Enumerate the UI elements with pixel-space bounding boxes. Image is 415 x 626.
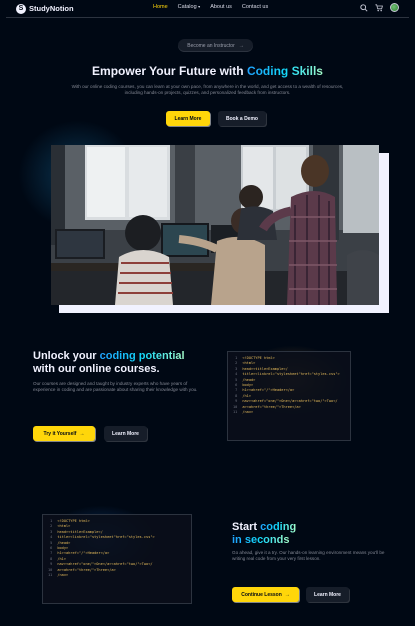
nav-link-contact[interactable]: Contact us (242, 4, 268, 10)
continue-lesson-button[interactable]: Continue Lesson → (232, 587, 299, 602)
nav-link-home[interactable]: Home (153, 4, 168, 10)
section2-title-plain: Start (232, 521, 261, 533)
code-text: <!DOCTYPE html> <html> head><title>Example… (242, 356, 339, 436)
nav-link-about[interactable]: About us (210, 4, 232, 10)
arrow-right-icon: → (284, 591, 290, 598)
line-numbers: 1 2 3 4 5 6 7 8 9 10 11 (233, 356, 238, 415)
hero-title-plain: Empower Your Future with (92, 64, 247, 78)
become-instructor-button[interactable]: Become an Instructor → (178, 39, 253, 52)
page: S StudyNotion Home Catalog ▾ About us Co… (6, 0, 409, 626)
chevron-down-icon: ▾ (198, 4, 201, 9)
arrow-right-icon: → (79, 430, 85, 437)
code-text: <!DOCTYPE html> <html> head><title>Example… (57, 519, 154, 599)
section1-title: Unlock your coding potential with our on… (33, 350, 213, 376)
section1-title-rest: with our online courses. (33, 363, 160, 375)
learn-more-button[interactable]: Learn More (166, 111, 210, 126)
cart-icon[interactable] (375, 3, 383, 12)
code-line: nav><ahref="one/">One</a><ahref="two/">T… (242, 399, 338, 404)
logo[interactable]: S StudyNotion (16, 3, 74, 14)
become-instructor-label: Become an Instructor (187, 42, 235, 49)
code-line: nav><ahref="one/">One</a><ahref="two/">T… (57, 562, 153, 567)
code-line: title><linkrel="stylesheet"href="styles.… (57, 535, 155, 540)
avatar[interactable] (390, 3, 399, 12)
arrow-right-icon: → (238, 42, 244, 49)
nav-link-catalog-label: Catalog (177, 4, 197, 10)
hero-title: Empower Your Future with Coding Skills (6, 64, 409, 78)
hero-title-highlight: Coding Skills (246, 64, 323, 78)
section1-title-highlight: coding potential (99, 350, 185, 362)
code-block-1: 1 2 3 4 5 6 7 8 9 10 11 <!DOCTYPE html> <html> head>… (227, 351, 351, 441)
section2-text: Go ahead, give it a try. Our hands-on le… (232, 550, 385, 562)
search-icon[interactable] (360, 3, 368, 12)
section2-title: Start coding in seconds (232, 521, 382, 547)
book-demo-button[interactable]: Book a Demo (218, 111, 266, 126)
section2-title-highlight: coding (260, 521, 297, 533)
try-it-yourself-button[interactable]: Try it Yourself → (33, 426, 95, 441)
section1-learn-more-button[interactable]: Learn More (104, 426, 147, 441)
logo-icon: S (16, 3, 26, 14)
section2-title-highlight-2: in seconds (232, 534, 290, 546)
continue-lesson-label: Continue Lesson (241, 591, 282, 598)
section1-text: Our courses are designed and taught by i… (33, 381, 198, 393)
section1-title-plain: Unlock your (33, 350, 100, 362)
nav-icons (360, 3, 399, 12)
logo-text: StudyNotion (29, 4, 74, 13)
nav-link-catalog[interactable]: Catalog ▾ (178, 4, 201, 10)
nav-links: Home Catalog ▾ About us Contact us (153, 4, 268, 10)
code-block-2: 1 2 3 4 5 6 7 8 9 10 11 <!DOCTYPE html> <html> head>… (42, 514, 192, 604)
navbar: S StudyNotion Home Catalog ▾ About us Co… (6, 0, 409, 18)
section2-learn-more-button[interactable]: Learn More (306, 587, 349, 602)
code-line: title><linkrel="stylesheet"href="styles.… (242, 372, 340, 377)
code-line: /nav> (57, 573, 69, 578)
try-it-yourself-label: Try it Yourself (43, 430, 77, 437)
hero-image (51, 145, 379, 305)
code-line: /nav> (242, 410, 254, 415)
line-numbers: 1 2 3 4 5 6 7 8 9 10 11 (48, 519, 53, 578)
hero-subtitle: With our online coding courses, you can … (71, 84, 344, 96)
